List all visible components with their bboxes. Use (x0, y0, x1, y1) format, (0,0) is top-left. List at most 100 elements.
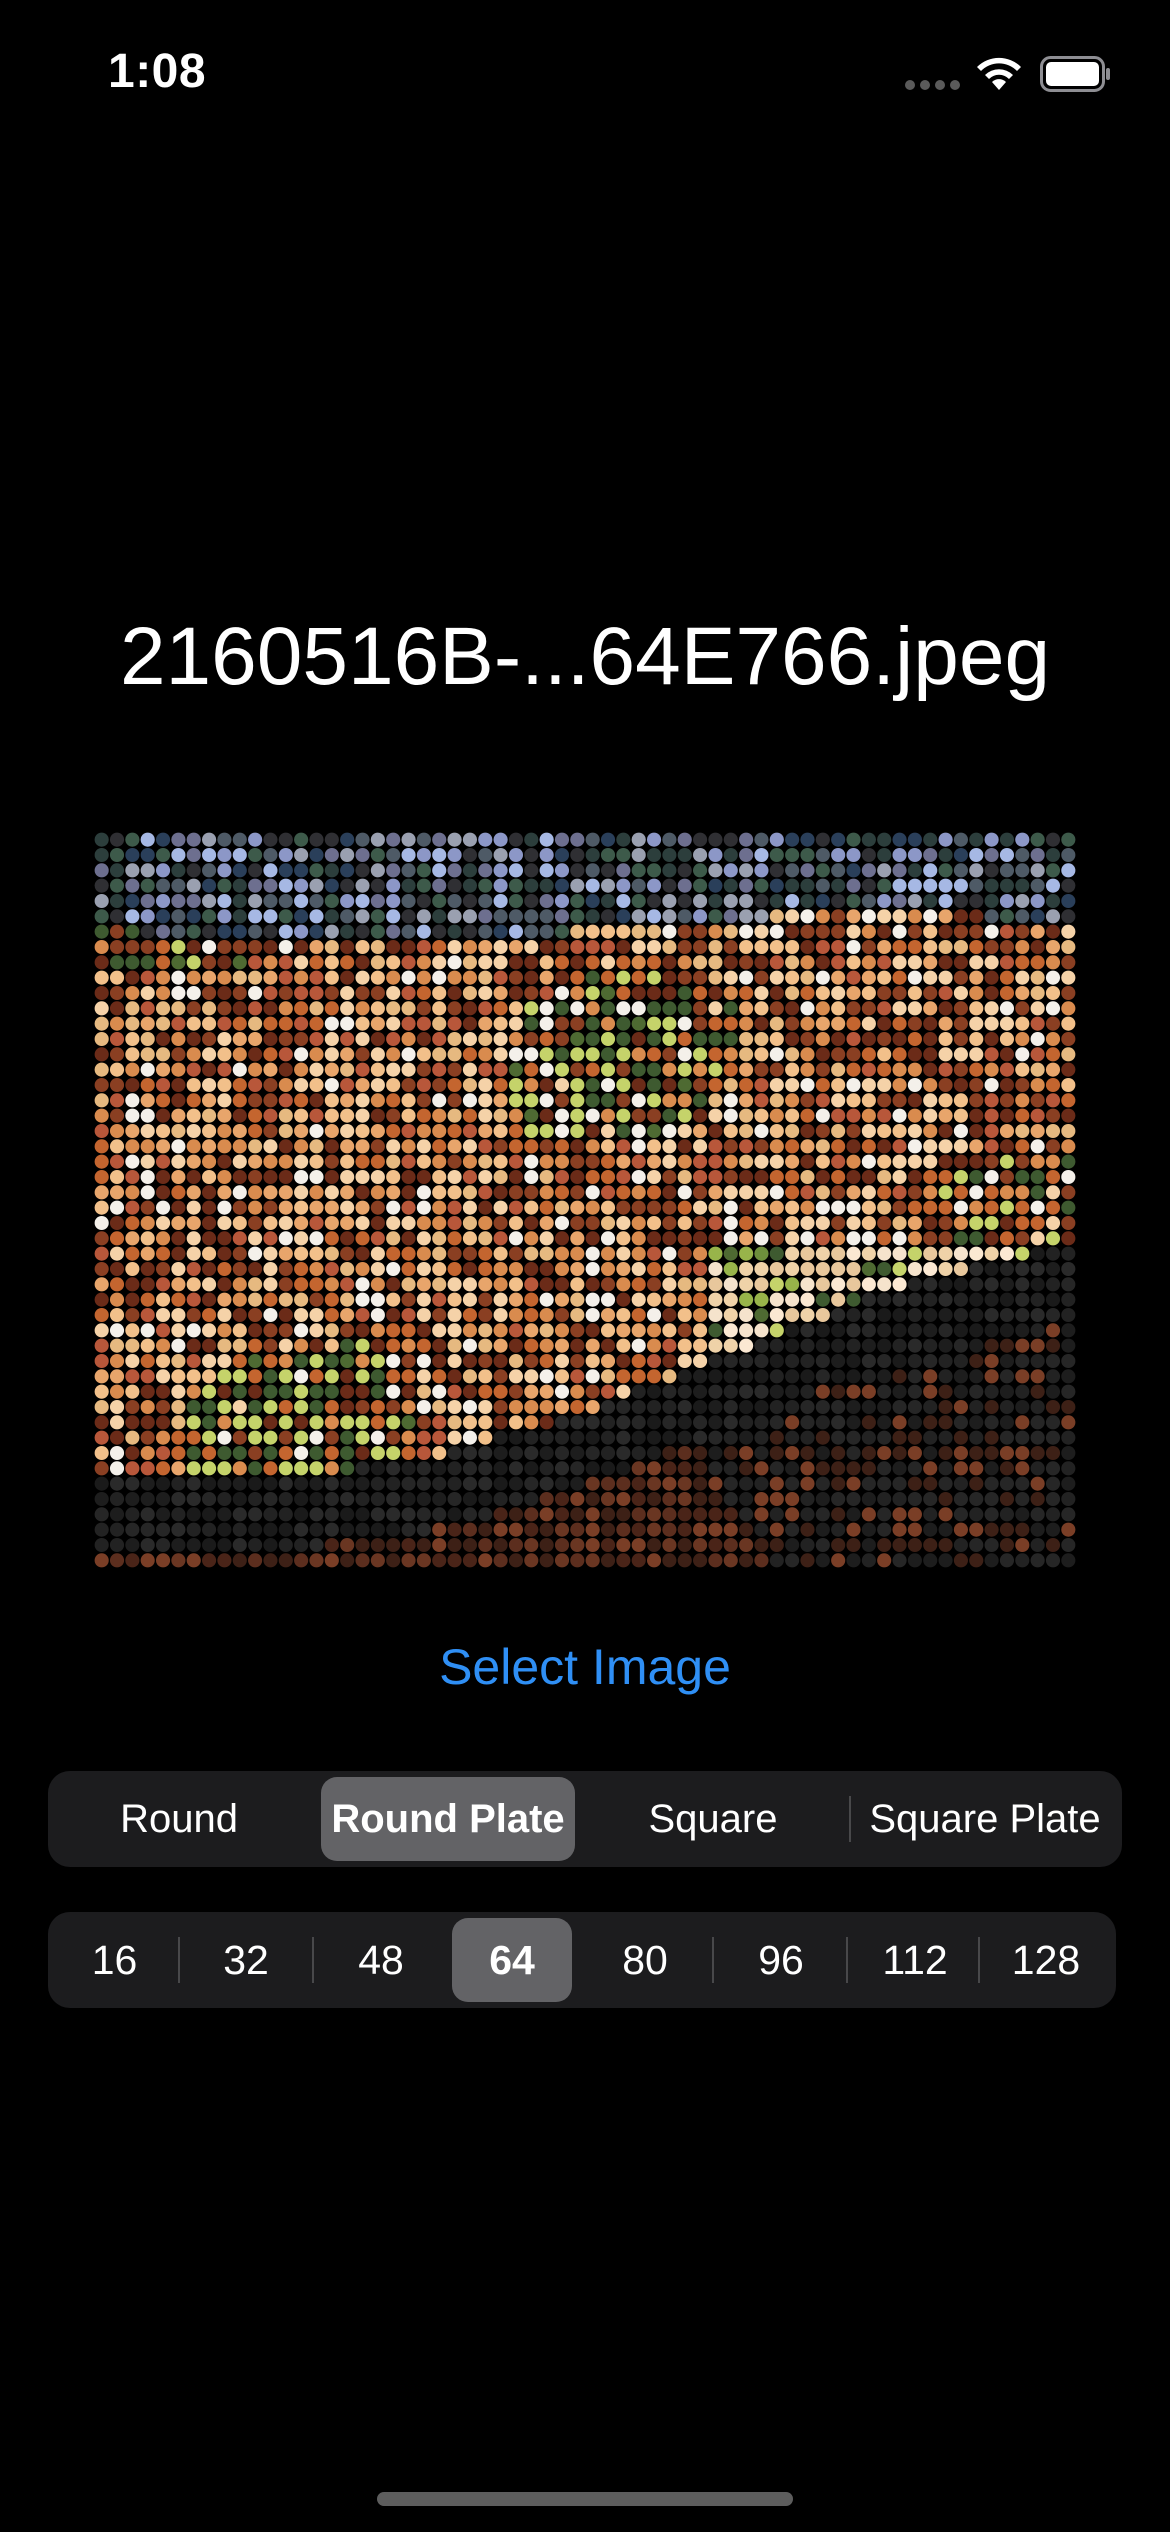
mosaic-plate (416, 1430, 431, 1445)
mosaic-plate (800, 878, 815, 893)
size-option-48[interactable]: 48 (316, 1918, 446, 2002)
mosaic-plate (539, 1491, 554, 1507)
mosaic-plate (294, 1353, 309, 1369)
mosaic-plate (478, 1384, 493, 1399)
mosaic-plate (263, 1522, 278, 1537)
mosaic-plate (155, 1553, 171, 1568)
mosaic-plate (524, 1507, 539, 1522)
size-option-64[interactable]: 64 (452, 1918, 572, 2002)
mosaic-plate (401, 1123, 416, 1139)
mosaic-plate (907, 847, 922, 863)
mosaic-plate (570, 1445, 585, 1461)
mosaic-plate (508, 1553, 524, 1568)
mosaic-plate (324, 832, 339, 847)
mosaic-plate (800, 1154, 815, 1169)
shape-option-square[interactable]: Square (583, 1777, 843, 1861)
mosaic-plate (1045, 1047, 1061, 1062)
mosaic-plate (616, 878, 631, 893)
mosaic-plate (616, 1123, 631, 1139)
mosaic-plate (785, 1445, 800, 1461)
mosaic-plate (493, 1476, 508, 1491)
mosaic-plate (953, 1215, 968, 1231)
mosaic-plate (508, 1369, 524, 1384)
mosaic-plate (370, 1338, 385, 1353)
mosaic-plate (585, 939, 600, 955)
mosaic-plate (401, 1553, 416, 1568)
mosaic-plate (294, 1246, 309, 1261)
mosaic-plate (815, 985, 830, 1001)
mosaic-plate (109, 1476, 125, 1491)
mosaic-plate (846, 1476, 861, 1491)
mosaic-plate (324, 1139, 339, 1154)
mosaic-plate (785, 1338, 800, 1353)
mosaic-plate (923, 1476, 938, 1491)
mosaic-plate (800, 1415, 815, 1430)
mosaic-plate (478, 924, 493, 939)
mosaic-plate (723, 1031, 738, 1047)
mosaic-plate (923, 1047, 938, 1062)
mosaic-plate (416, 1353, 431, 1369)
mosaic-plate (386, 1200, 401, 1215)
mosaic-plate (984, 1062, 999, 1077)
mosaic-plate (386, 1507, 401, 1522)
mosaic-plate (938, 985, 953, 1001)
mosaic-plate (938, 924, 953, 939)
mosaic-plate (815, 1553, 830, 1568)
mosaic-plate (1015, 1016, 1030, 1031)
mosaic-plate (585, 1553, 600, 1568)
mosaic-plate (355, 985, 370, 1001)
mosaic-plate (616, 1292, 631, 1307)
segment-divider (978, 1937, 980, 1983)
mosaic-plate (861, 1384, 876, 1399)
mosaic-plate (524, 878, 539, 893)
mosaic-plate (278, 1261, 293, 1277)
mosaic-plate (140, 939, 155, 955)
mosaic-plate (1015, 847, 1030, 863)
mosaic-plate (769, 955, 784, 970)
select-image-button[interactable]: Select Image (0, 1638, 1170, 1696)
mosaic-plate (999, 1093, 1015, 1108)
mosaic-plate (109, 1200, 125, 1215)
size-option-16[interactable]: 16 (54, 1918, 175, 2002)
mosaic-plate (570, 909, 585, 924)
mosaic-plate (355, 1476, 370, 1491)
mosaic-plate (923, 893, 938, 909)
size-option-32[interactable]: 32 (182, 1918, 310, 2002)
mosaic-plate (631, 863, 646, 878)
shape-option-square-plate[interactable]: Square Plate (854, 1777, 1116, 1861)
shape-option-round[interactable]: Round (54, 1777, 304, 1861)
mosaic-plate (1015, 955, 1030, 970)
mosaic-plate (539, 1031, 554, 1047)
mosaic-plate (923, 1307, 938, 1323)
size-option-128[interactable]: 128 (982, 1918, 1110, 2002)
mosaic-plate (693, 924, 708, 939)
mosaic-plate (969, 985, 984, 1001)
mosaic-plate (877, 1277, 892, 1292)
mosaic-plate (232, 1169, 247, 1185)
mosaic-plate (1015, 1307, 1030, 1323)
size-option-96[interactable]: 96 (716, 1918, 846, 2002)
mosaic-plate (155, 1016, 171, 1031)
mosaic-plate (646, 863, 662, 878)
mosaic-plate (570, 1185, 585, 1200)
mosaic-plate (1030, 1154, 1045, 1169)
mosaic-plate (355, 1077, 370, 1093)
mosaic-plate (493, 1323, 508, 1338)
mosaic-plate (401, 1522, 416, 1537)
mosaic-plate (585, 1246, 600, 1261)
mosaic-plate (754, 1307, 769, 1323)
mosaic-plate (1015, 1338, 1030, 1353)
mosaic-plate (585, 1323, 600, 1338)
mosaic-plate (907, 1246, 922, 1261)
size-option-112[interactable]: 112 (850, 1918, 980, 2002)
mosaic-plate (785, 832, 800, 847)
mosaic-plate (324, 909, 339, 924)
size-option-80[interactable]: 80 (580, 1918, 710, 2002)
mosaic-plate (370, 1261, 385, 1277)
mosaic-plate (309, 1077, 324, 1093)
mosaic-plate (800, 1353, 815, 1369)
mosaic-plate (831, 1522, 846, 1537)
mosaic-plate (739, 1491, 754, 1507)
mosaic-plate (631, 1200, 646, 1215)
shape-option-round-plate[interactable]: Round Plate (321, 1777, 575, 1861)
